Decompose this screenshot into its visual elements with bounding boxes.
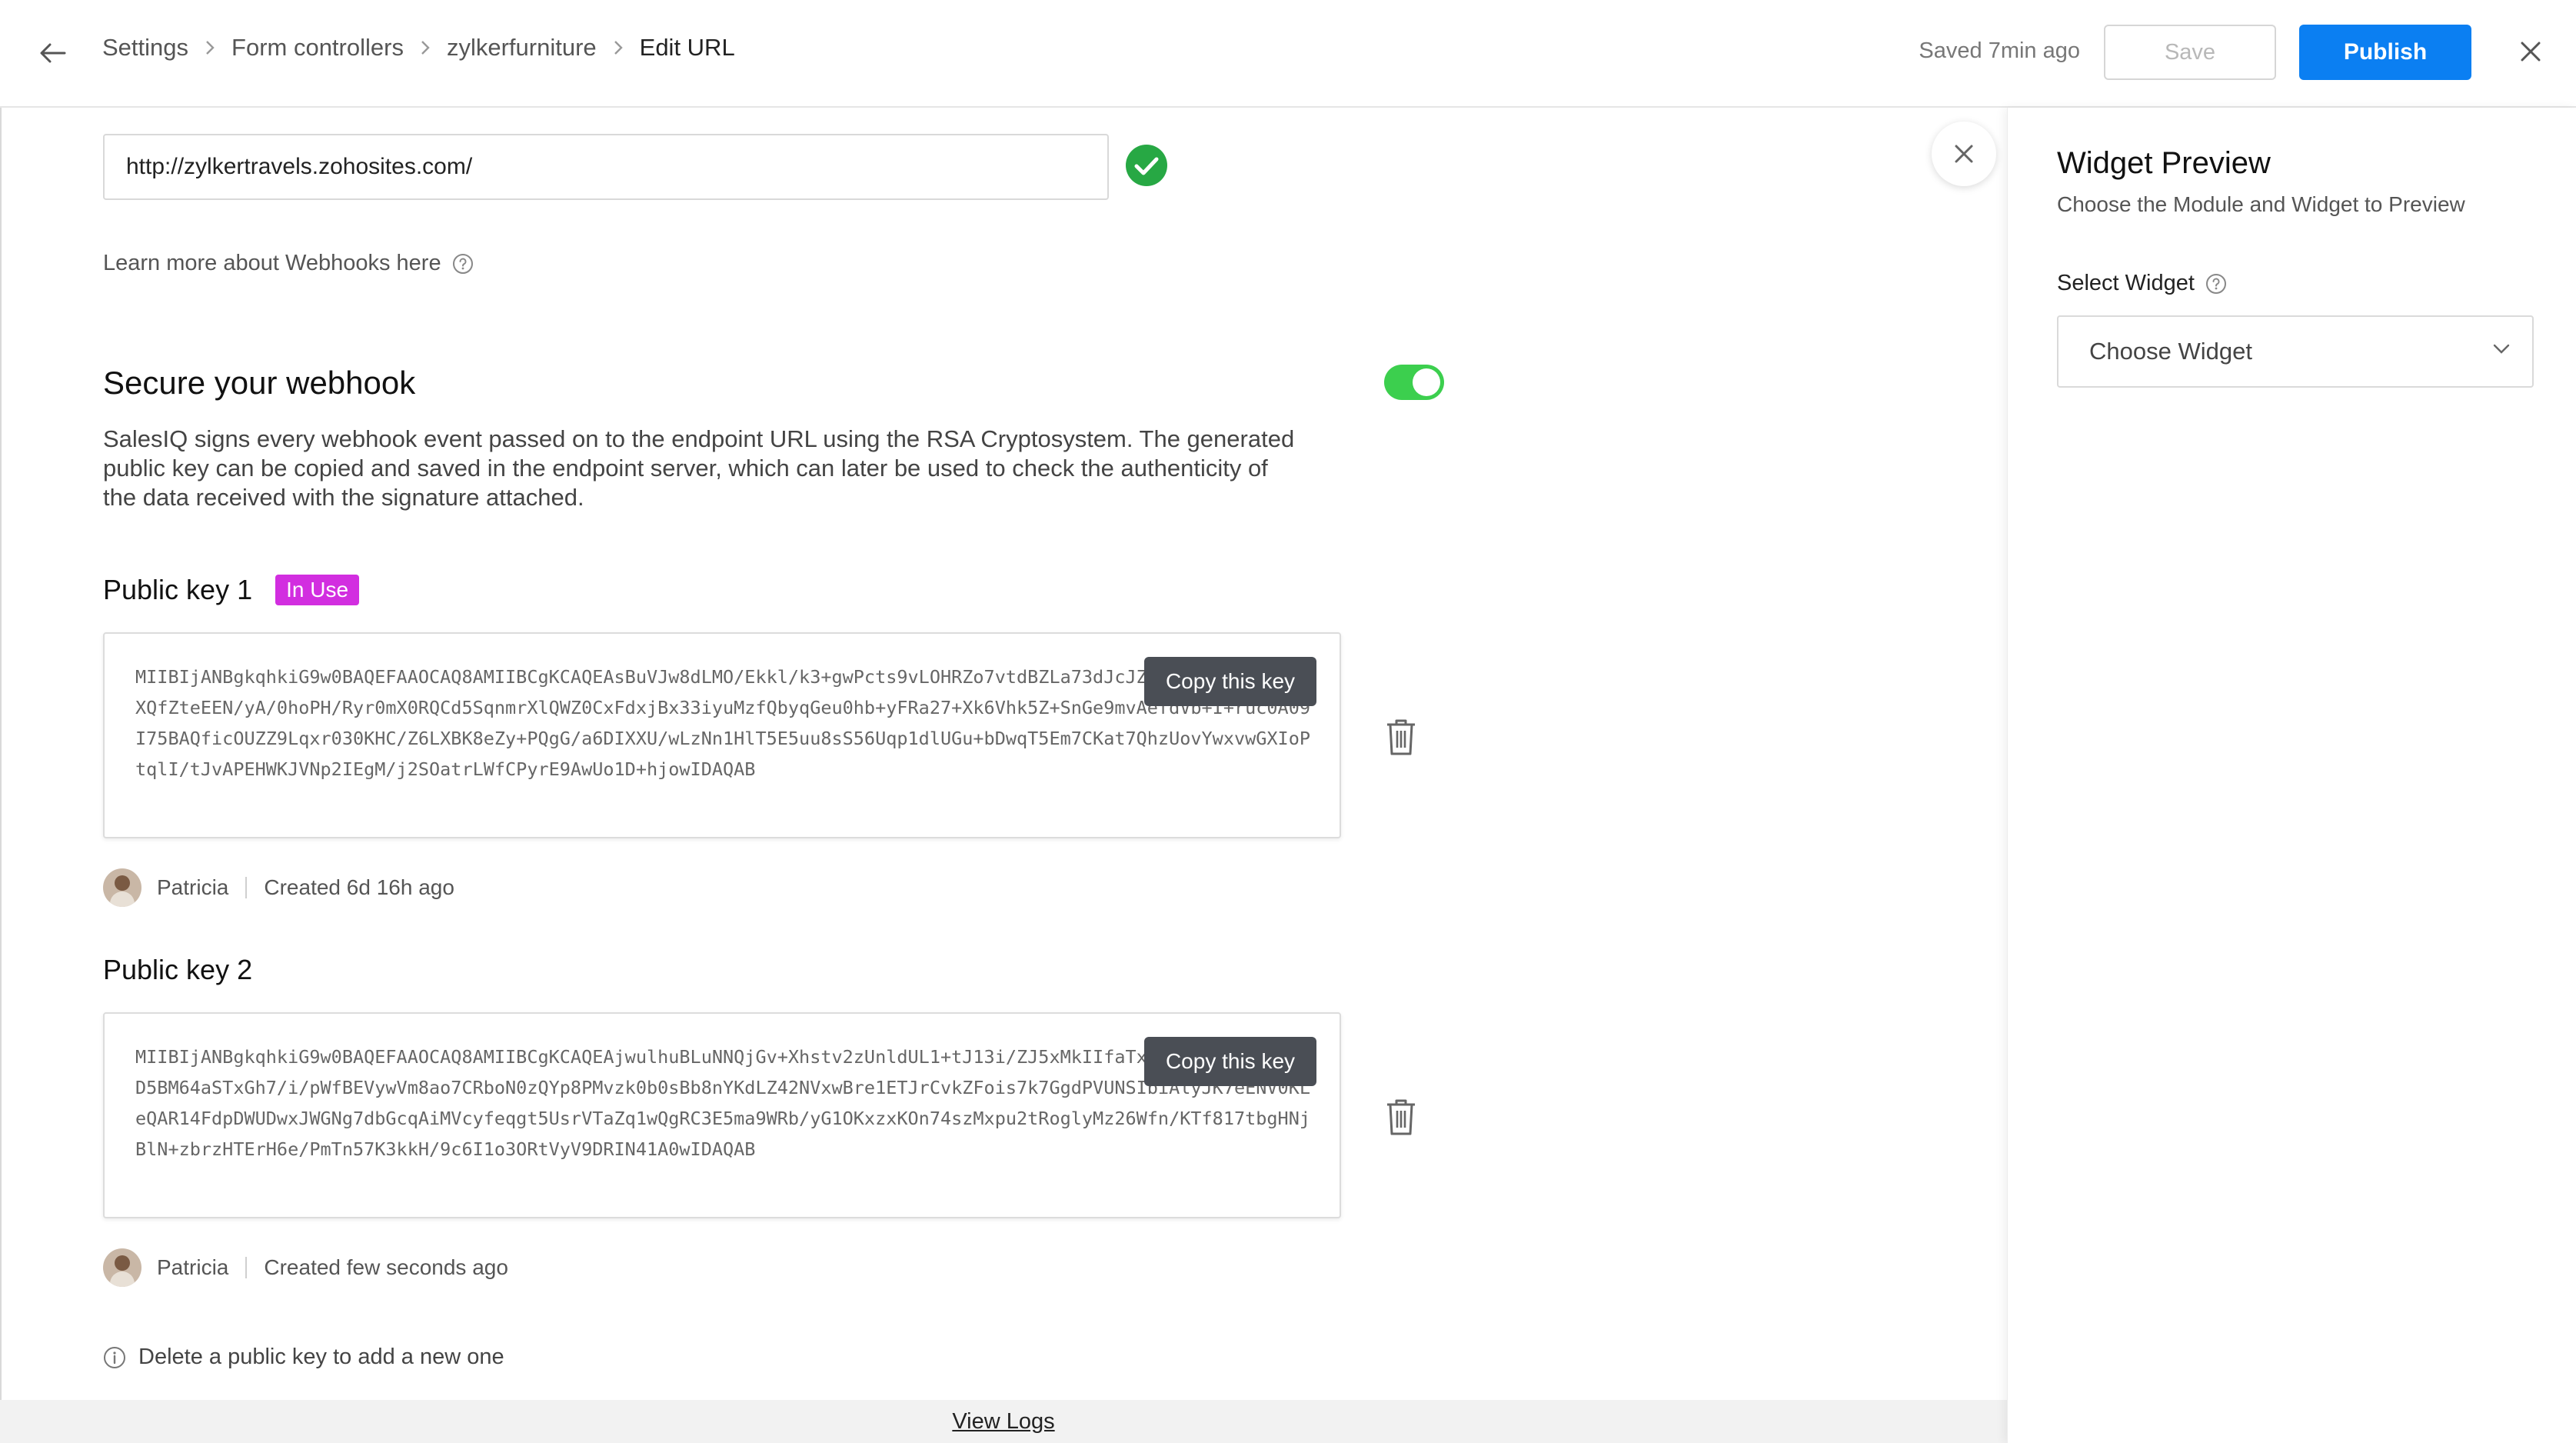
trash-icon[interactable] bbox=[1384, 1097, 1418, 1137]
chevron-right-icon bbox=[614, 40, 623, 55]
widget-select-value: Choose Widget bbox=[2089, 338, 2252, 365]
public-key-1-box: MIIBIjANBgkqhkiG9w0BAQEFAAOCAQ8AMIIBCgKC… bbox=[103, 632, 1341, 838]
panel-title: Widget Preview bbox=[2057, 146, 2271, 180]
panel-close-button[interactable] bbox=[1932, 122, 1996, 186]
secure-webhook-description: SalesIQ signs every webhook event passed… bbox=[103, 425, 1295, 511]
meta-divider bbox=[245, 877, 248, 898]
top-header: Settings Form controllers zylkerfurnitur… bbox=[0, 0, 2576, 108]
question-circle-icon bbox=[2205, 273, 2226, 294]
public-key-1-meta: Patricia Created 6d 16h ago bbox=[103, 868, 454, 907]
saved-status: Saved 7min ago bbox=[1919, 38, 2080, 63]
breadcrumb-settings[interactable]: Settings bbox=[102, 34, 188, 62]
public-key-2-label: Public key 2 bbox=[103, 954, 253, 985]
learn-more-link[interactable]: Learn more about Webhooks here bbox=[103, 251, 474, 276]
publish-button[interactable]: Publish bbox=[2299, 25, 2471, 80]
widget-select[interactable]: Choose Widget bbox=[2057, 315, 2534, 388]
public-key-1-text: MIIBIjANBgkqhkiG9w0BAQEFAAOCAQ8AMIIBCgKC… bbox=[135, 666, 1311, 780]
close-icon bbox=[1955, 145, 1973, 163]
learn-more-text: Learn more about Webhooks here bbox=[103, 251, 441, 275]
delete-key-note: Delete a public key to add a new one bbox=[103, 1345, 504, 1370]
save-button[interactable]: Save bbox=[2104, 25, 2276, 80]
breadcrumb-zylkerfurniture[interactable]: zylkerfurniture bbox=[447, 34, 597, 62]
chevron-right-icon bbox=[421, 40, 430, 55]
secure-webhook-title: Secure your webhook bbox=[103, 365, 416, 401]
info-circle-icon bbox=[104, 1346, 125, 1368]
key-1-created: Created 6d 16h ago bbox=[264, 875, 454, 899]
view-logs-bar: View Logs bbox=[0, 1400, 2007, 1443]
key-2-created: Created few seconds ago bbox=[264, 1255, 508, 1279]
public-key-2-text: MIIBIjANBgkqhkiG9w0BAQEFAAOCAQ8AMIIBCgKC… bbox=[135, 1046, 1311, 1160]
question-circle-icon bbox=[452, 253, 473, 274]
public-key-2-title: Public key 2 bbox=[103, 954, 252, 986]
check-circle-icon bbox=[1126, 145, 1167, 186]
breadcrumb: Settings Form controllers zylkerfurnitur… bbox=[102, 34, 735, 62]
avatar bbox=[103, 1248, 141, 1287]
public-key-1-title: Public key 1 In Use bbox=[103, 574, 360, 606]
breadcrumb-edit-url: Edit URL bbox=[639, 34, 735, 61]
view-logs-link[interactable]: View Logs bbox=[952, 1409, 1054, 1435]
chevron-right-icon bbox=[205, 40, 215, 55]
select-widget-label-text: Select Widget bbox=[2057, 271, 2195, 295]
public-key-2-box: MIIBIjANBgkqhkiG9w0BAQEFAAOCAQ8AMIIBCgKC… bbox=[103, 1012, 1341, 1218]
delete-key-note-text: Delete a public key to add a new one bbox=[138, 1345, 504, 1369]
select-widget-label: Select Widget bbox=[2057, 271, 2227, 296]
widget-preview-panel: Widget Preview Choose the Module and Wid… bbox=[2007, 108, 2576, 1443]
in-use-badge: In Use bbox=[275, 575, 360, 605]
public-key-1-label: Public key 1 bbox=[103, 574, 253, 605]
meta-divider bbox=[245, 1257, 248, 1278]
chevron-down-icon bbox=[2493, 344, 2510, 354]
copy-key-1-button[interactable]: Copy this key bbox=[1144, 657, 1316, 706]
public-key-2-meta: Patricia Created few seconds ago bbox=[103, 1248, 508, 1287]
secure-webhook-toggle[interactable] bbox=[1384, 365, 1444, 400]
key-1-author: Patricia bbox=[157, 875, 229, 899]
toggle-knob bbox=[1413, 368, 1440, 396]
panel-subtitle: Choose the Module and Widget to Preview bbox=[2057, 192, 2465, 216]
close-icon bbox=[2521, 42, 2541, 62]
back-button[interactable] bbox=[35, 35, 71, 71]
trash-icon[interactable] bbox=[1384, 717, 1418, 757]
avatar bbox=[103, 868, 141, 907]
close-button[interactable] bbox=[2513, 34, 2548, 69]
copy-key-2-button[interactable]: Copy this key bbox=[1144, 1037, 1316, 1086]
breadcrumb-form-controllers[interactable]: Form controllers bbox=[231, 34, 404, 62]
webhook-url-input[interactable] bbox=[103, 134, 1109, 200]
main-content: Learn more about Webhooks here Secure yo… bbox=[0, 108, 2007, 1443]
arrow-left-icon bbox=[40, 43, 66, 63]
key-2-author: Patricia bbox=[157, 1255, 229, 1279]
